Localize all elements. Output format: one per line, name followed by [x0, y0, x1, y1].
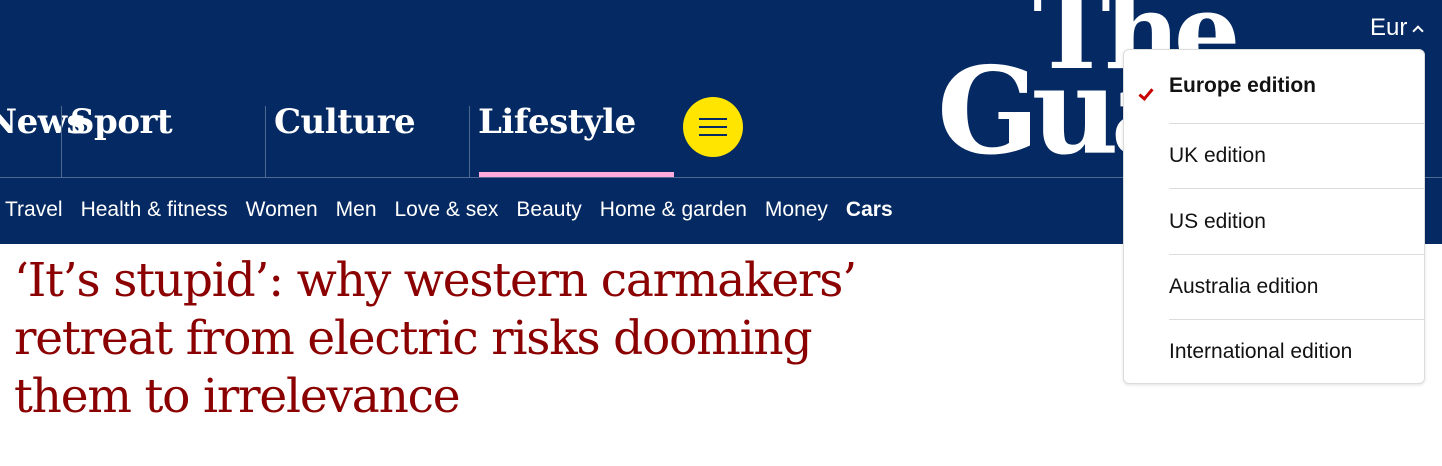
menu-button[interactable] — [683, 97, 743, 157]
edition-toggle[interactable]: Eur — [1370, 14, 1425, 42]
subnav: Travel Health & fitness Women Men Love &… — [5, 198, 893, 222]
subnav-item-money[interactable]: Money — [765, 198, 828, 222]
edition-option-label: International edition — [1169, 340, 1353, 363]
pillar-label: Lifestyle — [478, 102, 636, 142]
subnav-item-cars[interactable]: Cars — [846, 198, 893, 222]
pillar-label: Sport — [70, 102, 173, 142]
edition-dropdown: Europe edition UK edition US edition Aus… — [1123, 49, 1425, 384]
edition-option-uk[interactable]: UK edition — [1169, 124, 1424, 189]
edition-option-international[interactable]: International edition — [1169, 320, 1424, 385]
edition-option-label: Australia edition — [1169, 275, 1319, 298]
edition-toggle-label: Eur — [1370, 14, 1408, 41]
pillar-culture[interactable]: Culture — [265, 102, 470, 178]
pillar-label: Culture — [274, 102, 416, 142]
subnav-item-women[interactable]: Women — [246, 198, 318, 222]
article-headline: ‘It’s stupid’: why western carmakers’ re… — [14, 253, 857, 424]
edition-option-label: US edition — [1169, 210, 1266, 233]
pillar-lifestyle[interactable]: Lifestyle — [469, 102, 674, 178]
edition-option-label: Europe edition — [1169, 74, 1316, 97]
edition-option-label: UK edition — [1169, 144, 1266, 167]
subnav-item-love-sex[interactable]: Love & sex — [395, 198, 499, 222]
edition-option-australia[interactable]: Australia edition — [1169, 255, 1424, 320]
edition-option-europe[interactable]: Europe edition — [1138, 50, 1424, 124]
subnav-item-men[interactable]: Men — [336, 198, 377, 222]
chevron-up-icon — [1412, 25, 1425, 37]
edition-option-us[interactable]: US edition — [1169, 190, 1424, 255]
subnav-item-health-fitness[interactable]: Health & fitness — [81, 198, 228, 222]
subnav-item-home-garden[interactable]: Home & garden — [600, 198, 747, 222]
pillar-sport[interactable]: Sport — [61, 102, 266, 178]
check-icon — [1138, 85, 1154, 101]
pillar-news[interactable]: News — [0, 102, 86, 178]
subnav-item-beauty[interactable]: Beauty — [516, 198, 581, 222]
subnav-item-travel[interactable]: Travel — [5, 198, 63, 222]
